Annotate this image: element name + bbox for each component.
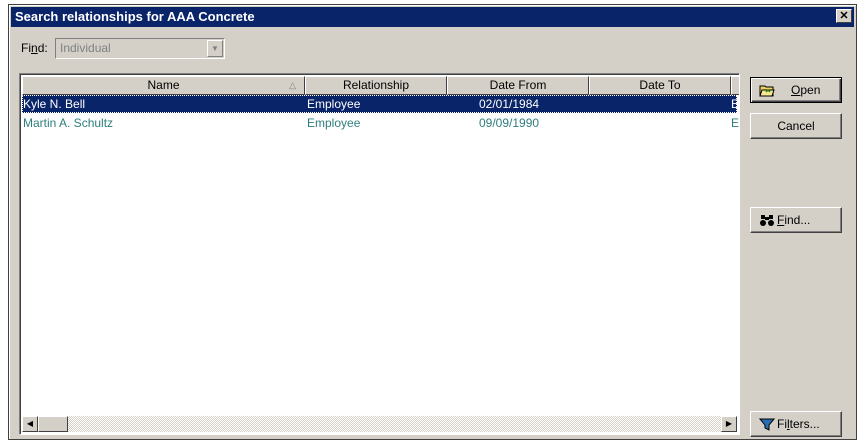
find-type-dropdown[interactable]: Individual ▼ [55, 38, 225, 59]
scrollbar-thumb[interactable] [38, 416, 68, 432]
find-button-label: Find... [777, 213, 811, 227]
column-header-date-to[interactable]: Date To [589, 76, 731, 95]
column-header-relationship[interactable]: Relationship [305, 76, 447, 95]
find-type-value: Individual [60, 41, 111, 55]
open-button[interactable]: Open [750, 77, 842, 103]
search-dialog: Search relationships for AAA Concrete ✕ … [8, 4, 857, 440]
chevron-down-icon[interactable]: ▼ [207, 40, 223, 57]
scroll-left-button[interactable]: ◀ [22, 416, 38, 432]
cell-relationship: Employee [307, 97, 361, 111]
cell-date-from: 09/09/1990 [479, 116, 540, 130]
cell-extra: E [731, 97, 739, 111]
cell-date-from: 02/01/1984 [479, 97, 540, 111]
horizontal-scrollbar[interactable]: ◀ ▶ [22, 416, 737, 432]
cell-relationship: Employee [307, 116, 361, 130]
column-header-name[interactable]: Name △ [22, 76, 305, 95]
close-button[interactable]: ✕ [836, 9, 852, 23]
sort-ascending-icon: △ [289, 80, 296, 90]
find-label: Find: [21, 41, 48, 55]
cell-name: Kyle N. Bell [23, 97, 86, 111]
results-grid[interactable]: Name △ Relationship Date From Date To Ky… [19, 73, 740, 435]
cell-name: Martin A. Schultz [23, 116, 114, 130]
table-row[interactable]: Kyle N. Bell Employee 02/01/1984 E [22, 95, 739, 113]
column-header-extra[interactable] [731, 76, 739, 95]
funnel-icon [759, 418, 775, 431]
open-button-label: Open [791, 83, 821, 97]
table-row[interactable]: Martin A. Schultz Employee 09/09/1990 E [22, 114, 739, 132]
dialog-title: Search relationships for AAA Concrete [15, 9, 255, 24]
scroll-right-button[interactable]: ▶ [721, 416, 737, 432]
find-button[interactable]: Find... [750, 207, 842, 233]
folder-open-icon [759, 85, 775, 97]
column-header-date-from[interactable]: Date From [447, 76, 589, 95]
binoculars-icon [760, 215, 774, 226]
title-bar: Search relationships for AAA Concrete ✕ [11, 7, 854, 27]
cell-extra: E [731, 116, 739, 130]
cancel-button-label: Cancel [777, 119, 815, 133]
cancel-button[interactable]: Cancel [750, 113, 842, 139]
grid-header: Name △ Relationship Date From Date To [22, 76, 739, 95]
filters-button[interactable]: Filters... [750, 411, 842, 437]
filters-button-label: Filters... [777, 417, 820, 431]
